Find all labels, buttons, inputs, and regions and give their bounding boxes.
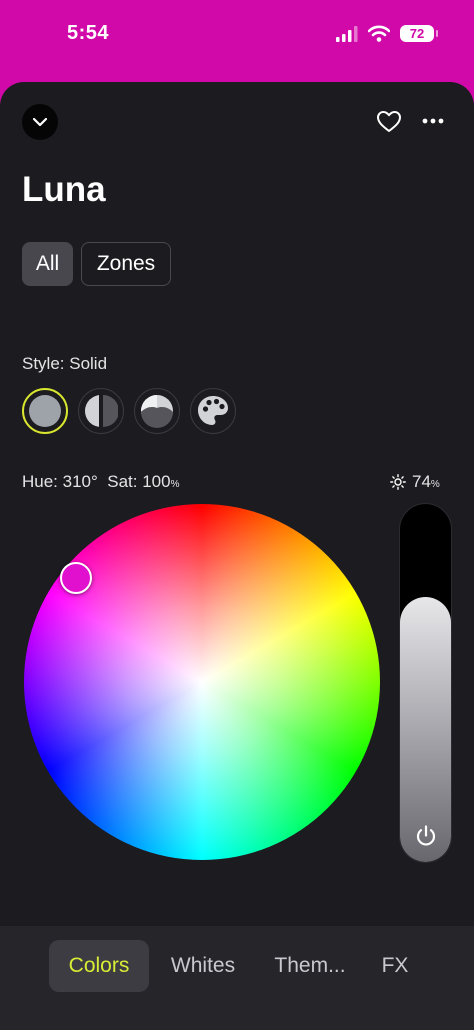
more-icon — [422, 118, 444, 124]
tab-whites[interactable]: Whites — [158, 940, 248, 992]
light-control-sheet: Luna All Zones Style: Solid Hue: 310° Sa… — [0, 82, 474, 1030]
segment-all[interactable]: All — [22, 242, 73, 286]
solid-style-icon — [29, 395, 61, 427]
gradient-style-icon — [141, 395, 173, 428]
style-split-option[interactable] — [78, 388, 124, 434]
power-icon — [416, 825, 435, 846]
device-title: Luna — [22, 170, 106, 209]
status-time: 5:54 — [67, 22, 110, 44]
cellular-signal-icon — [336, 25, 358, 42]
tab-colors[interactable]: Colors — [49, 940, 149, 992]
more-options-button[interactable] — [418, 106, 448, 136]
style-palette-option[interactable] — [190, 388, 236, 434]
brightness-slider[interactable] — [399, 503, 452, 863]
hue-saturation-readout: Hue: 310° Sat: 100% — [22, 472, 179, 492]
color-wheel-saturation-overlay — [24, 504, 380, 860]
palette-icon — [198, 396, 228, 425]
battery-icon: 72 — [400, 25, 438, 42]
brightness-unit: % — [430, 479, 440, 490]
segment-zones[interactable]: Zones — [81, 242, 171, 286]
style-label: Style: Solid — [22, 354, 108, 373]
brightness-value: 74 — [412, 472, 431, 491]
style-solid-option[interactable] — [22, 388, 68, 434]
status-bar: 5:54 72 — [0, 0, 474, 80]
chevron-down-icon — [32, 117, 48, 127]
hue-value: Hue: 310° — [22, 472, 98, 491]
wifi-icon — [368, 25, 390, 42]
style-gradient-option[interactable] — [134, 388, 180, 434]
saturation-value: Sat: 100 — [107, 472, 171, 491]
brightness-readout: 74% — [390, 472, 440, 492]
favorite-button[interactable] — [374, 106, 404, 136]
power-button[interactable] — [400, 810, 451, 862]
color-wheel[interactable] — [24, 504, 380, 860]
tab-fx[interactable]: FX — [370, 940, 420, 992]
color-wheel-handle[interactable] — [60, 562, 92, 594]
status-icons: 72 — [336, 25, 438, 42]
heart-icon — [377, 110, 401, 132]
bottom-tab-bar: Colors Whites Them... FX — [0, 926, 474, 1030]
collapse-button[interactable] — [22, 104, 58, 140]
tab-themes[interactable]: Them... — [262, 940, 358, 992]
saturation-unit: % — [170, 479, 180, 490]
split-style-icon — [85, 395, 118, 427]
sun-icon — [390, 474, 406, 490]
